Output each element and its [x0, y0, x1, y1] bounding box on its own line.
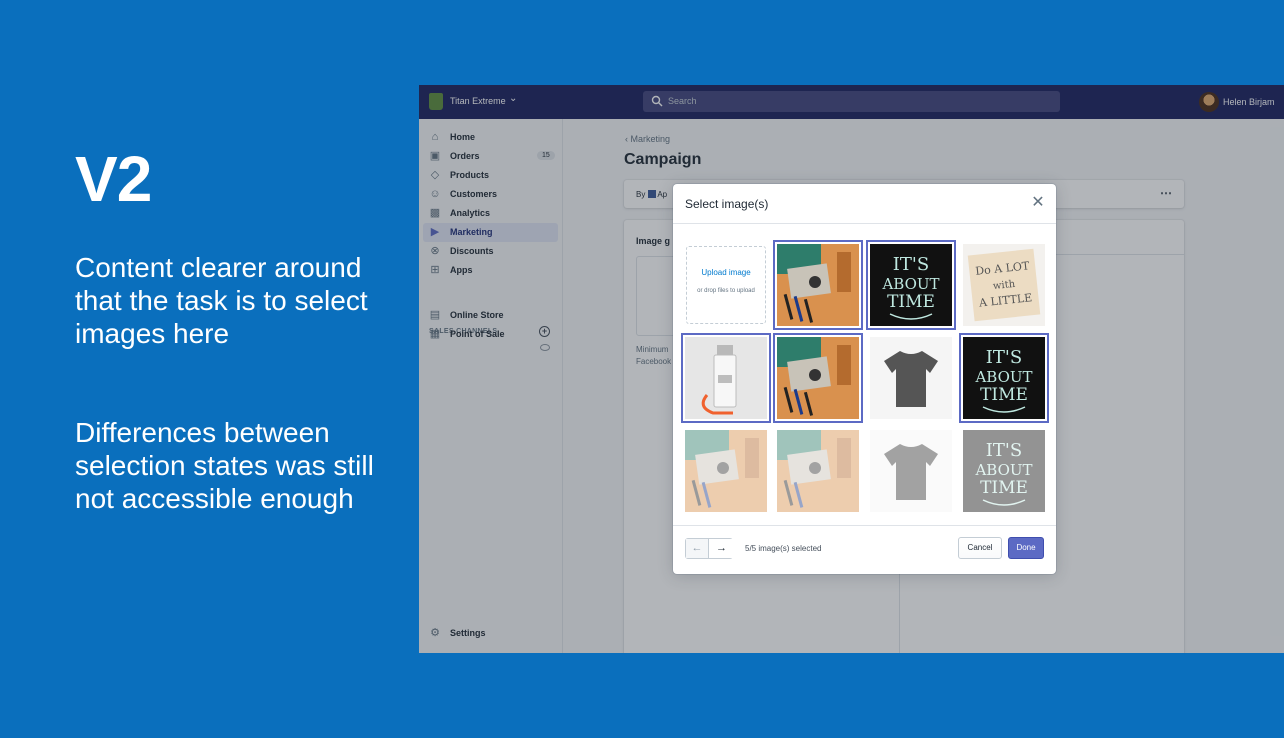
pagination: ← → — [685, 538, 733, 559]
desk-flatlay-thumbnail — [777, 244, 859, 326]
image-tile-desk-flatlay[interactable] — [773, 240, 863, 330]
image-tile-desk-flatlay[interactable] — [773, 333, 863, 423]
image-tile-black-tshirt[interactable] — [870, 430, 952, 512]
modal-title: Select image(s) — [685, 197, 769, 211]
image-tile-desk-flatlay[interactable] — [685, 430, 767, 512]
svg-text:ABOUT: ABOUT — [881, 275, 939, 293]
image-tile-desk-flatlay[interactable] — [777, 430, 859, 512]
selection-status: 5/5 image(s) selected — [745, 544, 822, 553]
svg-text:IT'S: IT'S — [986, 440, 1022, 461]
done-button[interactable]: Done — [1008, 537, 1044, 559]
upload-dropzone[interactable]: Upload image or drop files to upload — [686, 246, 766, 324]
image-tile-its-about-time[interactable]: IT'S ABOUT TIME — [959, 333, 1049, 423]
tshirt-thumbnail — [870, 337, 952, 419]
slide-title: V2 — [75, 143, 152, 215]
svg-text:ABOUT: ABOUT — [974, 461, 1032, 479]
upload-hint: or drop files to upload — [697, 288, 755, 294]
poster-thumbnail: IT'SABOUTTIME — [963, 337, 1045, 419]
slide-paragraph-2: Differences between selection states was… — [75, 417, 374, 514]
slide-paragraph-1: Content clearer around that the task is … — [75, 252, 368, 349]
image-tile-do-a-lot[interactable]: Do A LOT with A LITTLE — [963, 244, 1045, 326]
print-thumbnail: Do A LOTwithA LITTLE — [963, 244, 1045, 326]
image-tile-black-tshirt[interactable] — [870, 337, 952, 419]
upload-image-link[interactable]: Upload image — [687, 268, 765, 277]
image-tile-its-about-time[interactable]: IT'S ABOUT TIME — [866, 240, 956, 330]
cancel-button[interactable]: Cancel — [958, 537, 1002, 559]
svg-text:TIME: TIME — [887, 292, 935, 312]
tshirt-thumbnail — [870, 430, 952, 512]
admin-app-window: Titan Extreme ⌄ Search Helen Birjam ⌂ Ho… — [419, 85, 1284, 653]
desk-flatlay-thumbnail — [777, 430, 859, 512]
select-images-modal: Select image(s) ✕ Upload image or drop f… — [673, 184, 1056, 574]
svg-text:IT'S: IT'S — [893, 254, 929, 275]
svg-text:TIME: TIME — [980, 478, 1028, 498]
svg-text:ABOUT: ABOUT — [974, 368, 1032, 386]
image-tile-bottle[interactable] — [681, 333, 771, 423]
image-tile-its-about-time[interactable]: IT'S ABOUT TIME — [963, 430, 1045, 512]
svg-text:TIME: TIME — [980, 385, 1028, 405]
poster-thumbnail: IT'SABOUTTIME — [963, 430, 1045, 512]
svg-text:IT'S: IT'S — [986, 347, 1022, 368]
divider — [673, 223, 1056, 224]
desk-flatlay-thumbnail — [777, 337, 859, 419]
close-icon[interactable]: ✕ — [1031, 195, 1045, 211]
arrow-right-icon[interactable]: → — [710, 539, 733, 558]
divider — [673, 525, 1056, 526]
bottle-thumbnail — [685, 337, 767, 419]
arrow-left-icon[interactable]: ← — [686, 539, 709, 558]
desk-flatlay-thumbnail — [685, 430, 767, 512]
poster-thumbnail: IT'SABOUTTIME — [870, 244, 952, 326]
